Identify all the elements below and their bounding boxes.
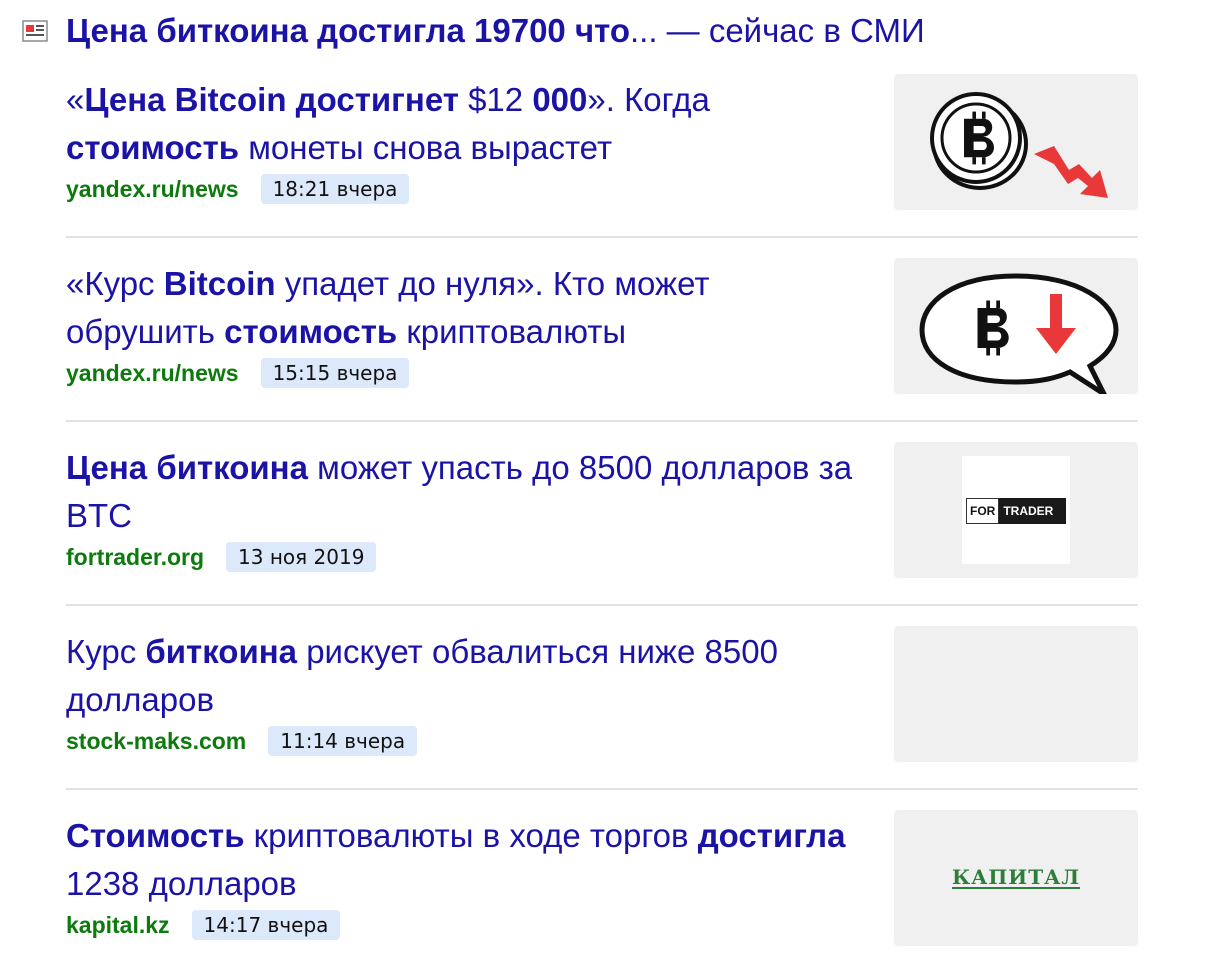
logo-text-trader: TRADER ORG [999, 498, 1066, 543]
news-thumbnail[interactable] [894, 74, 1138, 210]
news-item-title-link[interactable]: «Цена Bitcoin достигнет $12 000». Когда … [66, 76, 866, 172]
title-highlight: биткоина [145, 633, 298, 670]
title-highlight: стоимость [66, 129, 240, 166]
news-thumbnail[interactable] [894, 626, 1138, 762]
news-item-title-link[interactable]: Цена биткоина может упасть до 8500 долла… [66, 444, 866, 540]
news-thumbnail[interactable]: КАПИТАЛ [894, 810, 1138, 946]
news-source-link[interactable]: yandex.ru/news [66, 360, 239, 387]
header-title-bold: Цена биткоина достигла 19700 что [66, 12, 630, 49]
news-source-link[interactable]: kapital.kz [66, 912, 170, 939]
title-text: 1238 долларов [66, 865, 297, 902]
news-item: Цена биткоина может упасть до 8500 долла… [66, 438, 1138, 606]
news-source-link[interactable]: stock-maks.com [66, 728, 246, 755]
news-time-badge: 13 ноя 2019 [226, 542, 377, 572]
title-highlight: Стоимость [66, 817, 245, 854]
news-time-badge: 14:17 вчера [191, 910, 341, 940]
title-highlight: 000 [532, 81, 588, 118]
news-item-title-link[interactable]: Стоимость криптовалюты в ходе торгов дос… [66, 812, 866, 908]
title-highlight: стоимость [224, 313, 398, 350]
title-highlight: Bitcoin [163, 265, 276, 302]
news-header-link[interactable]: Цена биткоина достигла 19700 что... — се… [66, 12, 925, 50]
news-thumbnail[interactable]: FOR TRADER ORG [894, 442, 1138, 578]
news-item: Курс биткоина рискует обвалиться ниже 85… [66, 622, 1138, 790]
title-text: Курс [66, 633, 146, 670]
news-item-title-link[interactable]: Курс биткоина рискует обвалиться ниже 85… [66, 628, 866, 724]
title-text: $12 [458, 81, 533, 118]
news-time-badge: 15:15 вчера [260, 358, 410, 388]
fortrader-logo: FOR TRADER ORG [962, 456, 1070, 564]
news-time-badge: 11:14 вчера [268, 726, 418, 756]
kapital-logo: КАПИТАЛ [951, 865, 1081, 889]
news-item: «Курс Bitcoin упадет до нуля». Кто может… [66, 254, 1138, 422]
title-highlight: Цена Bitcoin достигнет [84, 81, 459, 118]
title-text: монеты снова вырастет [239, 129, 613, 166]
news-source-link[interactable]: yandex.ru/news [66, 176, 239, 203]
title-text: «Курс [66, 265, 164, 302]
title-highlight: Цена биткоина [66, 449, 308, 486]
title-text: криптовалюты [397, 313, 627, 350]
news-source-link[interactable]: fortrader.org [66, 544, 204, 571]
news-header: Цена биткоина достигла 19700 что... — се… [22, 10, 925, 52]
news-results-list: «Цена Bitcoin достигнет $12 000». Когда … [66, 70, 1138, 972]
news-time-badge: 18:21 вчера [260, 174, 410, 204]
logo-text-for: FOR [966, 498, 1000, 524]
title-text: криптовалюты в ходе торгов [244, 817, 698, 854]
news-item-title-link[interactable]: «Курс Bitcoin упадет до нуля». Кто может… [66, 260, 866, 356]
news-item: «Цена Bitcoin достигнет $12 000». Когда … [66, 70, 1138, 238]
title-text: « [66, 81, 85, 118]
title-highlight: достигла [697, 817, 846, 854]
news-icon [22, 20, 48, 42]
news-item: Стоимость криптовалюты в ходе торгов дос… [66, 806, 1138, 972]
header-title-rest: ... — сейчас в СМИ [629, 12, 925, 49]
news-thumbnail[interactable] [894, 258, 1138, 394]
title-text: ». Когда [587, 81, 710, 118]
